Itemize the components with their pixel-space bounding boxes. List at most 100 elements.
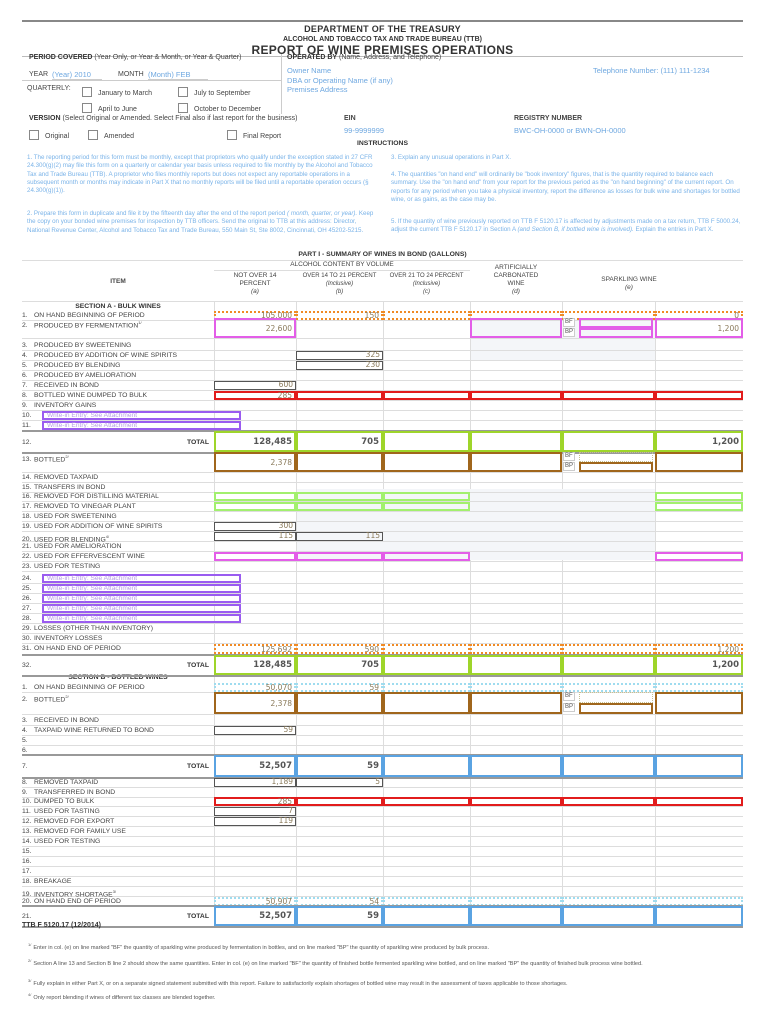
cell-a[interactable] [214, 502, 296, 511]
cell-a[interactable]: 50,070 [214, 683, 296, 692]
bf-input[interactable] [579, 318, 653, 328]
cell-b[interactable] [296, 797, 383, 806]
cell-c[interactable] [383, 452, 470, 472]
cell-d[interactable] [470, 692, 562, 714]
dba-name[interactable]: DBA or Operating Name (if any) [287, 76, 393, 85]
cell-a[interactable]: 285 [214, 391, 296, 400]
cell-e1[interactable] [562, 391, 655, 400]
cell-e1[interactable] [562, 655, 655, 675]
cell-a[interactable]: 125,692 [214, 644, 296, 654]
cell-a[interactable]: 300 [214, 522, 296, 531]
telephone-number[interactable]: Telephone Number: (111) 111-1234 [593, 66, 710, 75]
cell-b[interactable]: 590 [296, 644, 383, 654]
cell-e2[interactable] [655, 797, 743, 806]
cell-b[interactable]: 5 [296, 778, 383, 787]
cell-e2[interactable] [655, 452, 743, 472]
cell-d[interactable] [470, 655, 562, 675]
year-field[interactable]: (Year) 2010 [52, 70, 102, 80]
cell-e1[interactable] [562, 431, 655, 452]
cell-e2[interactable] [655, 755, 743, 777]
write-in-entry[interactable]: Write-in Entry: See Attachment [42, 604, 241, 613]
cell-b[interactable]: 230 [296, 361, 383, 370]
cell-a[interactable]: 2,378 [214, 692, 296, 714]
cell-b[interactable]: 59 [296, 906, 383, 926]
cell-c[interactable] [383, 431, 470, 452]
cell-e2[interactable] [655, 502, 743, 511]
cell-a[interactable]: 119 [214, 817, 296, 826]
write-in-entry[interactable]: Write-in Entry: See Attachment [42, 411, 241, 420]
cell-e2[interactable] [655, 692, 743, 714]
write-in-entry[interactable]: Write-in Entry: See Attachment [42, 584, 241, 593]
bp-input[interactable] [579, 462, 653, 472]
cell-e2[interactable]: 1,200 [655, 655, 743, 675]
cell-a[interactable]: 52,507 [214, 755, 296, 777]
cell-b[interactable] [296, 552, 383, 561]
cell-a[interactable] [214, 492, 296, 501]
checkbox[interactable] [82, 103, 92, 113]
cell-d[interactable] [470, 683, 562, 692]
cell-c[interactable] [383, 655, 470, 675]
cell-e2[interactable] [655, 683, 743, 692]
ein-value[interactable]: 99-9999999 [344, 126, 384, 135]
bp-input[interactable] [579, 328, 653, 338]
premises-address[interactable]: Premises Address [287, 85, 347, 94]
checkbox[interactable] [178, 87, 188, 97]
cell-b[interactable]: 59 [296, 683, 383, 692]
cell-d[interactable] [470, 452, 562, 472]
cell-e2[interactable]: 1,200 [655, 431, 743, 452]
bf-input[interactable] [579, 452, 653, 462]
write-in-entry[interactable]: Write-in Entry: See Attachment [42, 574, 241, 583]
cell-b[interactable]: 59 [296, 755, 383, 777]
cell-c[interactable] [383, 755, 470, 777]
cell-e2[interactable] [655, 391, 743, 400]
cell-e2[interactable] [655, 492, 743, 501]
cell-a[interactable] [214, 552, 296, 561]
cell-d[interactable] [470, 906, 562, 926]
cell-a[interactable]: 600 [214, 381, 296, 390]
write-in-entry[interactable]: Write-in Entry: See Attachment [42, 421, 241, 430]
cell-b[interactable] [296, 452, 383, 472]
bf-input[interactable] [579, 692, 653, 703]
cell-c[interactable] [383, 552, 470, 561]
checkbox[interactable] [29, 130, 39, 140]
cell-e2[interactable] [655, 906, 743, 926]
checkbox[interactable] [88, 130, 98, 140]
cell-a[interactable]: 59 [214, 726, 296, 735]
registry-value[interactable]: BWC-OH-0000 or BWN-OH-0000 [514, 126, 626, 135]
cell-a[interactable]: 115 [214, 532, 296, 541]
cell-a[interactable]: 128,485 [214, 655, 296, 675]
cell-d[interactable] [470, 431, 562, 452]
cell-d[interactable] [470, 797, 562, 806]
cell-c[interactable] [383, 311, 470, 320]
cell-d[interactable] [470, 391, 562, 400]
cell-c[interactable] [383, 502, 470, 511]
cell-a[interactable]: 7 [214, 807, 296, 816]
cell-e1[interactable] [562, 683, 655, 692]
cell-b[interactable] [296, 492, 383, 501]
cell-b[interactable] [296, 692, 383, 714]
month-field[interactable]: (Month) FEB [148, 70, 208, 80]
cell-b[interactable]: 150 [296, 311, 383, 320]
write-in-entry[interactable]: Write-in Entry: See Attachment [42, 614, 241, 623]
cell-a[interactable]: 1,189 [214, 778, 296, 787]
cell-c[interactable] [383, 692, 470, 714]
cell-b[interactable]: 705 [296, 655, 383, 675]
cell-c[interactable] [383, 492, 470, 501]
cell-e1[interactable] [562, 755, 655, 777]
cell-d[interactable] [470, 755, 562, 777]
cell-b[interactable]: 325 [296, 351, 383, 360]
cell-b[interactable] [296, 502, 383, 511]
checkbox[interactable] [178, 103, 188, 113]
cell-e2[interactable]: 1,200 [655, 644, 743, 654]
checkbox[interactable] [227, 130, 237, 140]
cell-c[interactable] [383, 683, 470, 692]
cell-a[interactable]: 285 [214, 797, 296, 806]
cell-a[interactable]: 22,600 [214, 318, 296, 338]
cell-a[interactable]: 128,485 [214, 431, 296, 452]
cell-d[interactable] [470, 644, 562, 654]
cell-e2[interactable] [655, 552, 743, 561]
cell-a[interactable]: 2,378 [214, 452, 296, 472]
cell-e1[interactable] [562, 906, 655, 926]
cell-c[interactable] [383, 797, 470, 806]
cell-b[interactable] [296, 391, 383, 400]
